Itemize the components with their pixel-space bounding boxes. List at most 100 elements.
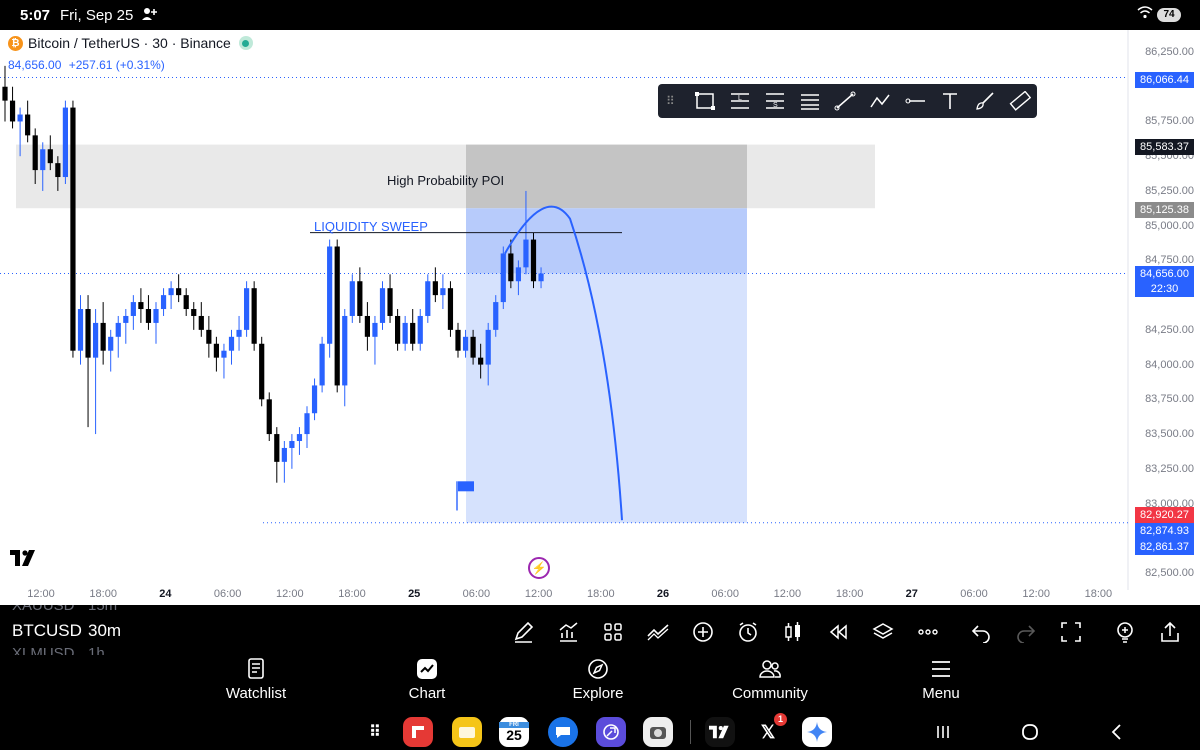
nav-chart[interactable]: Chart [367, 657, 487, 702]
redo-icon[interactable] [1011, 617, 1041, 647]
candle-body [115, 322, 121, 337]
rectangle-icon[interactable] [687, 84, 722, 118]
browser-app-icon[interactable] [596, 717, 626, 747]
layers-icon[interactable] [868, 617, 898, 647]
time-axis-label: 25 [408, 588, 421, 600]
drawing-toolbar[interactable]: ⠿ L S [658, 84, 1037, 118]
gemini-app-icon[interactable] [802, 717, 832, 747]
tradingview-app: 5:07 Fri, Sep 25 74 ₿ Bitcoin / TetherUS… [0, 0, 1200, 750]
candle-body [93, 322, 99, 358]
long-position-icon[interactable]: L [722, 84, 757, 118]
candle-body [447, 288, 454, 330]
candle-body [213, 343, 219, 358]
candle-body [266, 399, 272, 435]
candle-body [387, 288, 393, 316]
symbol-title[interactable]: Bitcoin / TetherUS · 30 · Binance [28, 35, 231, 51]
folder-app-icon[interactable] [452, 717, 482, 747]
time-axis-label: 06:00 [213, 588, 242, 600]
horizontal-ray-icon[interactable] [897, 84, 932, 118]
time-axis-label: 12:00 [27, 588, 55, 600]
candle-body [145, 309, 152, 323]
replay-icon[interactable] [823, 617, 853, 647]
candle-body [357, 281, 363, 316]
trend-line-icon[interactable] [827, 84, 862, 118]
price-tag-low2: 82,861.37 [1135, 539, 1194, 555]
short-position-icon[interactable]: S [757, 84, 792, 118]
candle-body [130, 302, 136, 316]
candle-body [138, 302, 144, 310]
nav-watchlist[interactable]: Watchlist [196, 657, 316, 702]
alert-clock-icon[interactable] [733, 617, 763, 647]
taskbar-dock: ⠿ FRI 25 𝕏1 [0, 712, 1200, 750]
indicators-icon[interactable] [553, 617, 583, 647]
messages-app-icon[interactable] [548, 717, 578, 747]
price-tag-stop: 82,920.27 [1135, 507, 1194, 523]
home-icon[interactable] [1015, 717, 1045, 747]
compare-icon[interactable] [643, 617, 673, 647]
candle-body [206, 329, 212, 344]
candle-body [432, 281, 438, 296]
time-axis-label: 12:00 [773, 588, 802, 600]
community-icon [710, 657, 830, 681]
candle-body [470, 336, 476, 358]
recent-apps-icon[interactable] [928, 717, 958, 747]
symbol-header[interactable]: ₿ Bitcoin / TetherUS · 30 · Binance [8, 35, 253, 51]
more-icon[interactable] [913, 617, 943, 647]
nav-community[interactable]: Community [710, 657, 830, 702]
menu-icon [881, 657, 1001, 681]
parallel-channel-icon[interactable] [792, 84, 827, 118]
poi-label[interactable]: High Probability POI [387, 173, 504, 188]
candle-body [281, 447, 287, 462]
ruler-icon[interactable] [1002, 84, 1037, 118]
candle-body [379, 288, 386, 323]
nav-menu[interactable]: Menu [881, 657, 1001, 702]
undo-icon[interactable] [966, 617, 996, 647]
x-app-icon[interactable]: 𝕏1 [753, 713, 787, 747]
candle-body [2, 86, 8, 101]
candle-body [40, 149, 46, 171]
text-icon[interactable] [932, 84, 967, 118]
back-icon[interactable] [1102, 717, 1132, 747]
price-axis-label: 83,250.00 [1145, 462, 1194, 475]
compass-icon [538, 657, 658, 681]
flipboard-app-icon[interactable] [403, 717, 433, 747]
lightning-icon[interactable]: ⚡ [528, 557, 550, 579]
candle-body [508, 253, 514, 282]
camera-app-icon[interactable] [643, 717, 673, 747]
candle-type-icon[interactable] [778, 617, 808, 647]
candle-body [417, 315, 423, 344]
fullscreen-icon[interactable] [1056, 617, 1086, 647]
interval-option[interactable]: XAUUSD 15m [12, 605, 117, 614]
time-axis-label: 12:00 [276, 588, 304, 600]
candle-body [259, 343, 265, 400]
layout-grid-icon[interactable] [598, 617, 628, 647]
liquidity-sweep-label[interactable]: LIQUIDITY SWEEP [314, 219, 428, 234]
price-axis-label: 85,750.00 [1145, 115, 1194, 128]
candle-body [410, 322, 416, 344]
chart-icon [367, 657, 487, 681]
time-axis-label: 24 [159, 588, 172, 600]
tradingview-app-icon[interactable] [705, 717, 735, 747]
calendar-app-icon[interactable]: FRI 25 [499, 717, 529, 747]
nav-explore[interactable]: Explore [538, 657, 658, 702]
share-icon[interactable] [1155, 617, 1185, 647]
drag-handle-icon[interactable]: ⠿ [666, 94, 687, 108]
price-summary: 84,656.00 +257.61 (+0.31%) [8, 58, 165, 72]
dock-divider [690, 720, 691, 744]
path-icon[interactable] [862, 84, 897, 118]
brush-icon[interactable] [967, 84, 1002, 118]
app-drawer-icon[interactable]: ⠿ [360, 717, 390, 747]
chart-toolbar [0, 617, 1200, 647]
bitcoin-icon: ₿ [8, 35, 23, 51]
wifi-icon [1137, 6, 1153, 22]
drawing-pen-icon[interactable] [508, 617, 538, 647]
price-axis-label: 84,750.00 [1145, 254, 1194, 267]
candle-body [228, 336, 235, 351]
candle-body [349, 281, 355, 316]
svg-text:S: S [773, 102, 778, 109]
add-icon[interactable] [688, 617, 718, 647]
candle-body [402, 322, 408, 344]
chart-pane[interactable]: ₿ Bitcoin / TetherUS · 30 · Binance 84,6… [0, 30, 1200, 605]
ideas-bulb-icon[interactable] [1110, 617, 1140, 647]
user-add-icon [141, 6, 159, 26]
